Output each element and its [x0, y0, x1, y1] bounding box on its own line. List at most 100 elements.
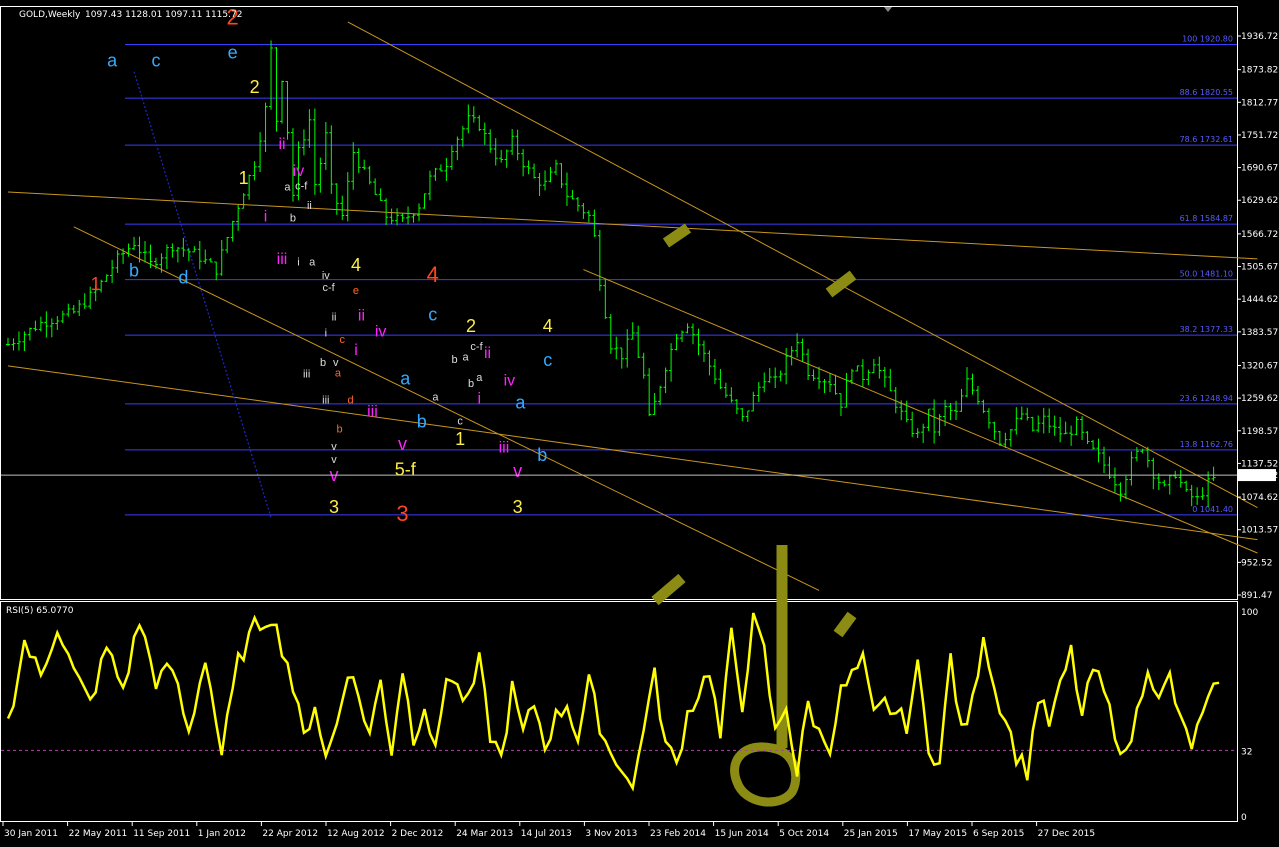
- wave-label: 4: [543, 316, 553, 336]
- time-axis: 30 Jan 2011 22 May 2011 11 Sep 2011 1 Jan 2…: [2, 822, 1096, 839]
- wave-label: b: [320, 357, 326, 369]
- y-tick-label: 1137.52: [1241, 459, 1278, 469]
- wave-label: i: [297, 256, 299, 268]
- fib-label: 50.0 1481.10: [1180, 270, 1233, 279]
- wave-label: i: [477, 390, 481, 407]
- wave-label: e: [353, 285, 359, 297]
- y-tick-label: 1444.62: [1241, 295, 1278, 305]
- x-tick-label: 24 Mar 2013: [456, 829, 513, 839]
- wave-label: iii: [303, 369, 310, 381]
- wave-label: b: [537, 445, 547, 465]
- fib-label: 0 1041.40: [1192, 505, 1233, 514]
- x-tick-label: 3 Nov 2013: [585, 829, 637, 839]
- y-tick-label: 1690.67: [1241, 164, 1278, 174]
- wave-label: 1: [239, 168, 249, 188]
- wave-label: i: [264, 208, 268, 225]
- wave-label: v: [513, 461, 522, 481]
- wave-label: b: [129, 261, 139, 281]
- wave-label: v: [398, 434, 407, 454]
- x-tick-label: 25 Jan 2015: [844, 829, 898, 839]
- current-price-label: 1115.72: [1241, 471, 1278, 481]
- y-tick-label: 1505.67: [1241, 263, 1278, 273]
- wave-label: iii: [499, 439, 510, 456]
- wave-label: a: [107, 50, 118, 70]
- wave-label: iv: [504, 373, 516, 390]
- trend-line: [7, 365, 1258, 541]
- wave-label: d: [347, 394, 353, 406]
- wave-label: iii: [322, 394, 329, 406]
- rsi-tick-label: 0: [1241, 813, 1247, 823]
- wave-label: 4: [427, 262, 439, 287]
- wave-label: c-f: [470, 341, 483, 353]
- y-tick-label: 1259.62: [1241, 394, 1278, 404]
- wave-label: 2: [250, 77, 260, 97]
- fib-label: 100 1920.80: [1182, 35, 1233, 44]
- fib-label: 88.6 1820.55: [1180, 88, 1233, 97]
- wave-label: ii: [358, 307, 365, 324]
- wave-labels: 2e2a c1b dii1 ivc-faiii biii i aivc-fiiib viiii…: [91, 5, 553, 526]
- chart: 100 1920.80 88.6 1820.55 78.6 1732.61 61.8 …: [0, 5, 1278, 839]
- x-tick-label: 12 Aug 2012: [327, 829, 385, 839]
- ohlc-label: 1097.43 1128.01 1097.11 1115.72: [85, 10, 242, 20]
- wave-label: iv: [375, 323, 387, 340]
- x-tick-label: 2 Dec 2012: [392, 829, 444, 839]
- wave-label: c: [457, 416, 463, 428]
- wave-label: a: [335, 368, 342, 380]
- wave-label: b: [468, 378, 474, 390]
- rsi-indicator: [1, 612, 1237, 792]
- wave-label: b: [417, 411, 427, 431]
- trend-lines: [7, 21, 1258, 591]
- wave-label: ii: [278, 136, 285, 153]
- y-tick-label: 1751.72: [1241, 131, 1278, 141]
- fib-label: 38.2 1377.33: [1180, 325, 1233, 334]
- wave-label: 3: [513, 497, 523, 517]
- wave-label: c-f: [322, 282, 335, 294]
- x-tick-label: 11 Sep 2011: [133, 829, 190, 839]
- y-tick-label: 1566.72: [1241, 230, 1278, 240]
- y-tick-label: 1383.57: [1241, 328, 1278, 338]
- y-tick-label: 1320.67: [1241, 361, 1278, 371]
- wave-label: ii: [484, 345, 491, 362]
- wave-label: 3: [329, 497, 339, 517]
- wave-label: v: [331, 441, 337, 453]
- wave-label: c: [151, 50, 160, 70]
- symbol-label: GOLD,Weekly: [19, 10, 81, 20]
- wave-label: 4: [351, 255, 361, 275]
- fib-label: 61.8 1584.87: [1180, 214, 1233, 223]
- highlight-stroke: [825, 270, 857, 298]
- price-axis: 1936.72 1873.82 1812.77 1751.72 1690.67 1629.…: [1, 32, 1278, 823]
- wave-label: 5-f: [395, 459, 417, 479]
- highlight-stroke: [662, 223, 692, 248]
- chart-shift-marker-icon[interactable]: [884, 7, 892, 12]
- y-tick-label: 1013.57: [1241, 526, 1278, 536]
- rsi-line: [6, 612, 1220, 792]
- x-tick-label: 30 Jan 2011: [4, 829, 58, 839]
- x-tick-label: 15 Jun 2014: [715, 829, 769, 839]
- wave-label: iv: [293, 163, 305, 180]
- wave-label: iv: [322, 270, 330, 282]
- highlight-circle: [730, 742, 801, 807]
- wave-label: 2: [466, 316, 476, 336]
- wave-label: i: [325, 327, 327, 339]
- x-tick-label: 14 Jul 2013: [521, 829, 572, 839]
- wave-label: 1: [91, 274, 101, 294]
- y-tick-label: 1812.77: [1241, 98, 1278, 108]
- wave-label: a: [432, 392, 439, 404]
- wave-label: e: [228, 42, 238, 62]
- x-tick-label: 27 Dec 2015: [1038, 829, 1096, 839]
- fib-label: 78.6 1732.61: [1180, 135, 1233, 144]
- wave-label: 3: [396, 501, 408, 526]
- wave-label: b: [336, 424, 342, 436]
- x-tick-label: 5 Oct 2014: [779, 829, 829, 839]
- wave-label: a: [309, 256, 316, 268]
- chart-header: GOLD,Weekly 1097.43 1128.01 1097.11 1115…: [19, 10, 242, 20]
- y-tick-label: 1198.57: [1241, 427, 1278, 437]
- wave-label: ii: [307, 200, 312, 212]
- y-tick-label: 952.52: [1241, 558, 1273, 568]
- wave-label: iii: [277, 251, 288, 268]
- trend-line: [347, 21, 1258, 508]
- fib-label: 13.8 1162.76: [1180, 440, 1233, 449]
- wave-label: iii: [367, 404, 378, 421]
- rsi-title: RSI(5) 65.0770: [6, 606, 74, 616]
- y-tick-label: 891.47: [1241, 591, 1273, 601]
